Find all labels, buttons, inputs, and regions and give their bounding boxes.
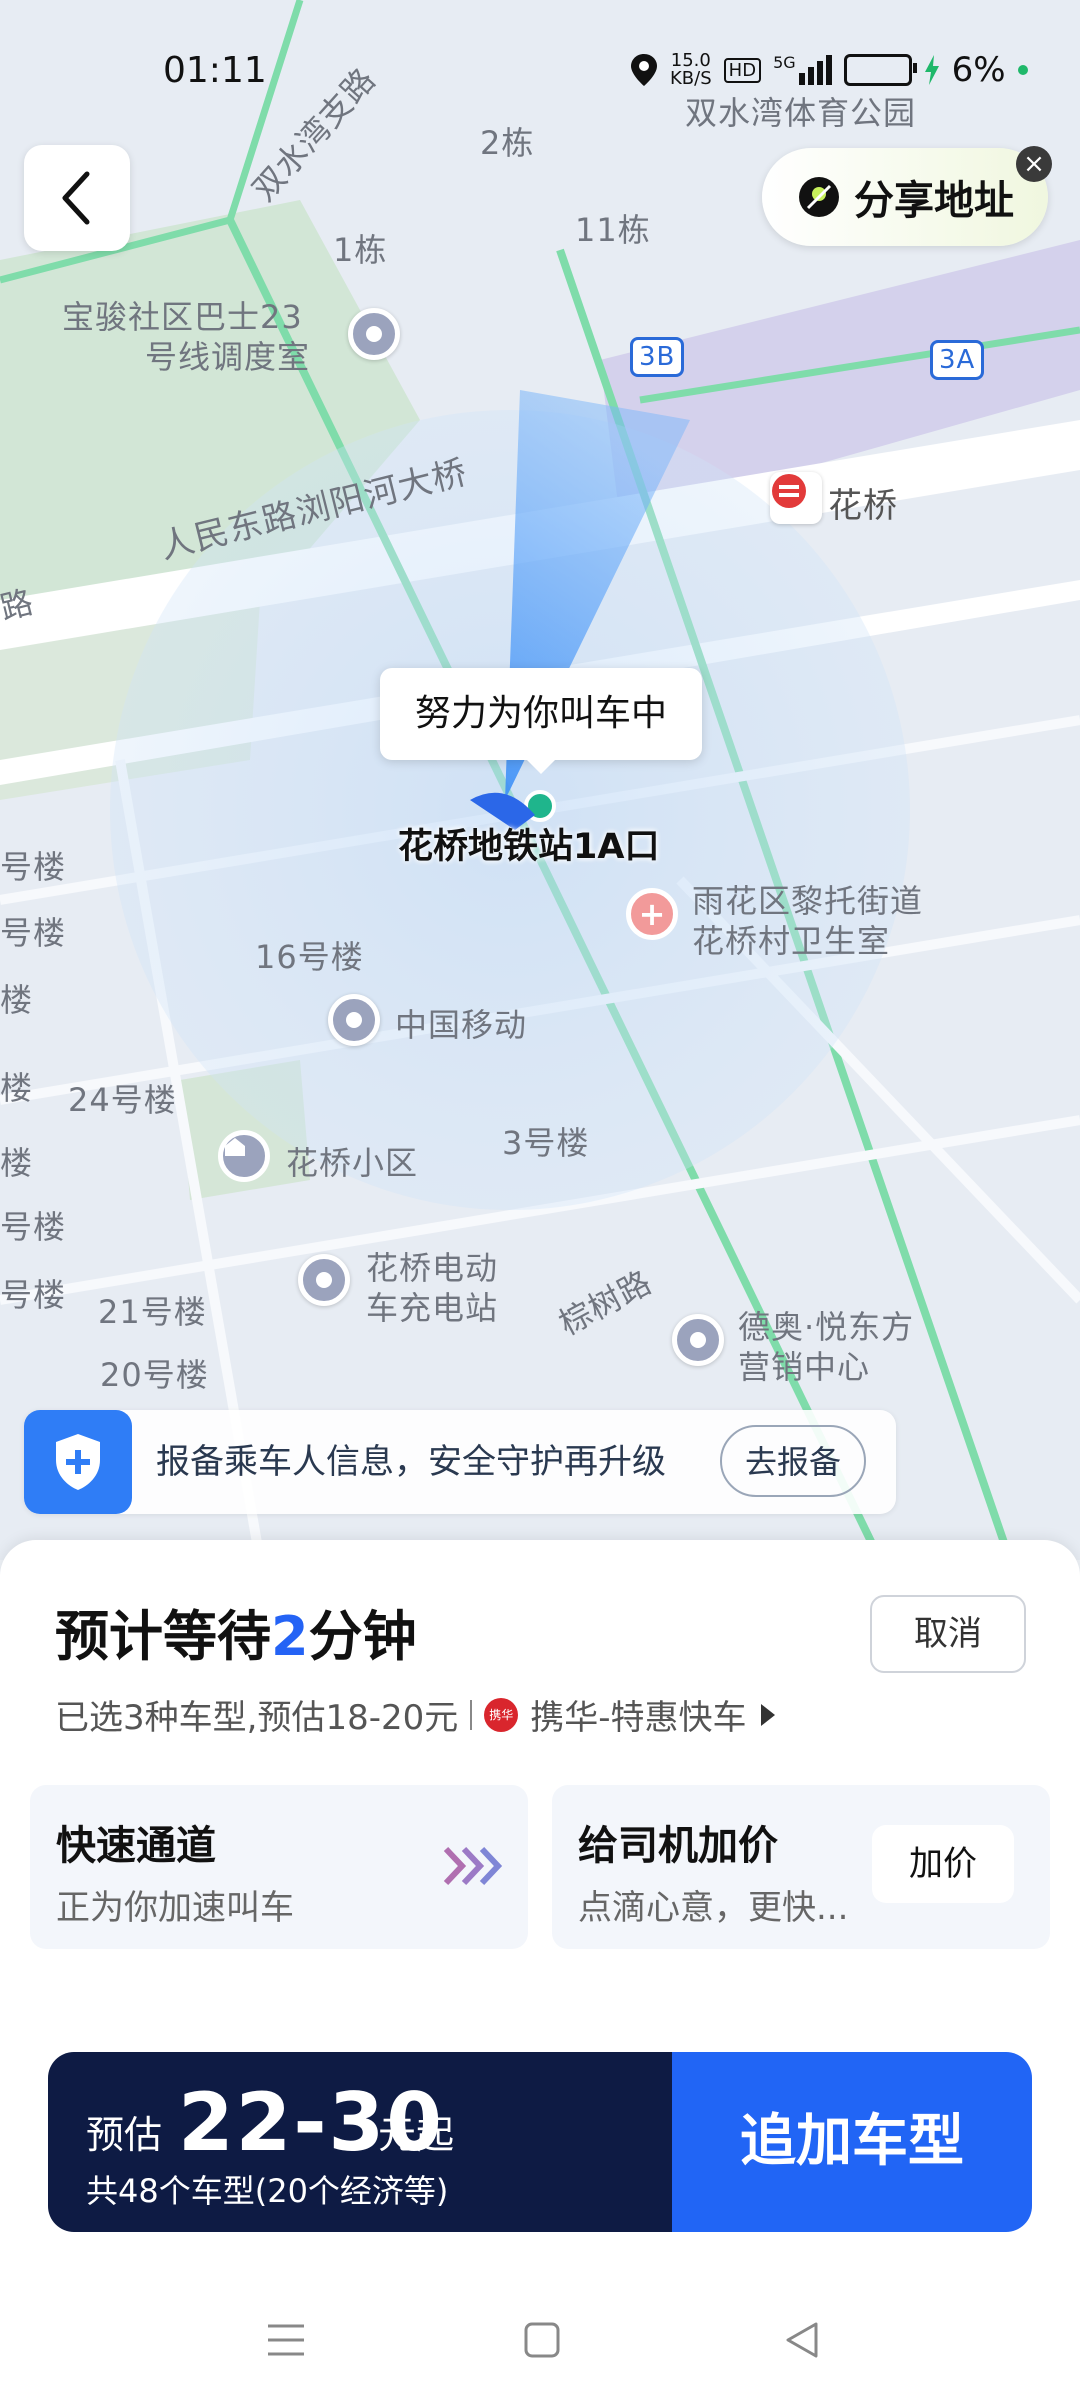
wait-time-title: 预计等待2分钟 — [55, 1605, 417, 1668]
chevron-left-icon — [62, 171, 90, 225]
back-button[interactable] — [24, 145, 130, 251]
battery-icon — [843, 54, 917, 86]
tip-driver-subtitle: 点滴心意，更快... — [578, 1888, 849, 1928]
add-car-type-button[interactable]: 追加车型 — [672, 2052, 1032, 2232]
price-bar[interactable]: 预估 22-30 元起 共48个车型(20个经济等) 追加车型 — [48, 2052, 1032, 2232]
metro-icon[interactable] — [770, 472, 822, 524]
metro-exit-badge: 3B — [630, 337, 685, 377]
share-address-button[interactable]: 分享地址 — [762, 148, 1048, 246]
map-label-building: 16号楼 — [255, 938, 364, 976]
poi-marker-icon[interactable] — [298, 1254, 350, 1306]
map-label-building: 11栋 — [575, 211, 651, 249]
share-location-icon — [799, 177, 839, 217]
pickup-location-name: 花桥地铁站1A口 — [398, 827, 660, 867]
map-label-building: 24号楼 — [68, 1081, 177, 1119]
map-label-building: 号楼 — [0, 848, 67, 886]
add-tip-button[interactable]: 加价 — [872, 1825, 1014, 1903]
map-label-building: 楼 — [0, 1069, 34, 1107]
system-nav-bar — [0, 2280, 1080, 2400]
map-label-bus-station: 号线调度室 — [145, 338, 311, 376]
cancel-button[interactable]: 取消 — [870, 1595, 1026, 1673]
map-label-clinic: 花桥村卫生室 — [692, 922, 891, 960]
fast-lane-title: 快速通道 — [56, 1823, 216, 1869]
fast-lane-subtitle: 正为你加速叫车 — [56, 1888, 294, 1928]
map-label-building: 21号楼 — [98, 1293, 207, 1331]
tip-driver-title: 给司机加价 — [578, 1823, 778, 1869]
fast-lane-card[interactable]: 快速通道 正为你加速叫车 — [30, 1785, 528, 1949]
tip-driver-card[interactable]: 给司机加价 点滴心意，更快... 加价 — [552, 1785, 1050, 1949]
net-speed: 15.0 KB/S — [670, 50, 712, 89]
community-icon[interactable] — [218, 1130, 270, 1182]
poi-marker-icon[interactable] — [328, 994, 380, 1046]
shield-icon — [24, 1410, 132, 1514]
hd-icon: HD — [723, 57, 762, 83]
back-nav-icon[interactable] — [772, 2310, 832, 2370]
brand-name: 携华-特惠快车 — [530, 1698, 747, 1738]
calling-status-bubble: 努力为你叫车中 — [380, 668, 702, 774]
map-label-metro: 花桥 — [828, 486, 898, 526]
battery-percent: 6% — [951, 50, 1006, 90]
metro-exit-badge: 3A — [930, 340, 985, 380]
location-icon — [631, 54, 657, 86]
price-prefix: 预估 — [86, 2113, 163, 2157]
home-icon[interactable] — [512, 2310, 572, 2370]
price-estimate[interactable]: 预估 22-30 元起 共48个车型(20个经济等) — [48, 2052, 672, 2232]
map-label-building: 号楼 — [0, 914, 67, 952]
map-label-building: 3号楼 — [502, 1124, 590, 1162]
close-icon[interactable]: × — [1016, 146, 1052, 182]
map-label-community: 花桥小区 — [286, 1144, 419, 1182]
safety-banner[interactable]: 报备乘车人信息，安全守护再升级 去报备 — [24, 1410, 896, 1514]
car-type-count: 共48个车型(20个经济等) — [86, 2172, 449, 2210]
map-label-building: 楼 — [0, 981, 34, 1019]
map-label-deao: 营销中心 — [738, 1348, 871, 1386]
poi-marker-icon[interactable] — [672, 1314, 724, 1366]
status-time: 01:11 — [163, 50, 267, 91]
map-label-china-mobile: 中国移动 — [395, 1006, 528, 1044]
report-button[interactable]: 去报备 — [720, 1425, 866, 1497]
status-dot-icon — [1017, 65, 1028, 75]
signal-icon: 5G — [773, 55, 832, 85]
status-bar: 01:11 15.0 KB/S HD 5G 6% — [0, 0, 1080, 140]
brand-logo-icon: 携华 — [484, 1697, 519, 1732]
map-label-building: 号楼 — [0, 1276, 67, 1314]
share-address-label: 分享地址 — [854, 178, 1014, 224]
price-unit: 元起 — [378, 2113, 455, 2157]
clinic-icon[interactable]: + — [626, 888, 678, 940]
map-label-charging: 车充电站 — [366, 1289, 499, 1327]
status-icons: 15.0 KB/S HD 5G 6% — [630, 50, 1028, 90]
poi-marker-icon[interactable] — [348, 308, 400, 360]
safety-banner-text: 报备乘车人信息，安全守护再升级 — [156, 1442, 666, 1482]
map-label-building: 1栋 — [333, 231, 388, 269]
selected-cars-info[interactable]: 已选3种车型,预估18-20元 携华 携华-特惠快车 — [55, 1690, 777, 1739]
map-label-building: 楼 — [0, 1144, 34, 1182]
caret-right-icon — [760, 1703, 775, 1726]
map-label-building: 号楼 — [0, 1208, 67, 1246]
triple-chevron-right-icon — [443, 1846, 503, 1886]
menu-icon[interactable] — [256, 2310, 316, 2370]
charging-bolt-icon — [924, 55, 939, 85]
map-label-building: 20号楼 — [100, 1356, 209, 1394]
